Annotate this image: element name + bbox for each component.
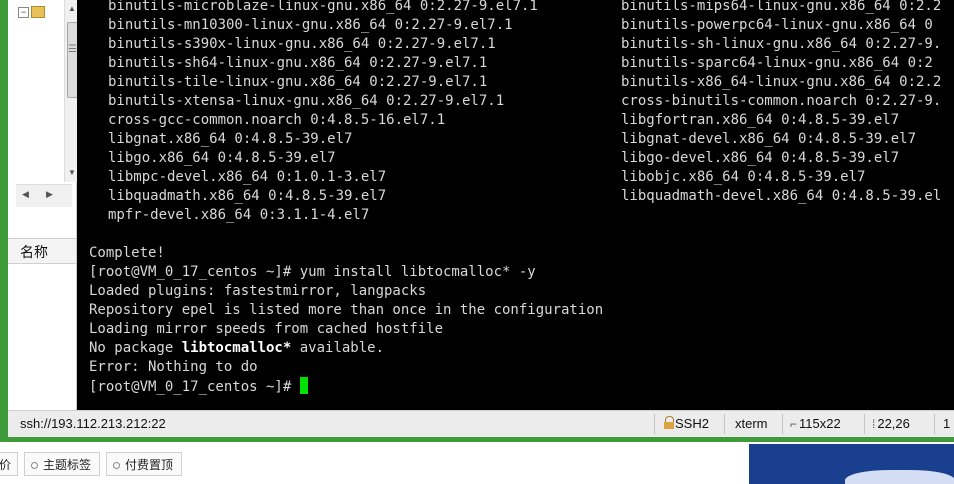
terminal-size-value: 115x22 xyxy=(799,416,841,431)
complete-line: Complete! xyxy=(89,245,165,261)
protocol-label: SSH2 xyxy=(675,416,709,431)
tag-dot-icon xyxy=(31,462,38,470)
no-package-suffix: available. xyxy=(291,340,385,356)
no-package-prefix: No package xyxy=(89,340,182,356)
package-line: binutils-mips64-linux-gnu.x86_64 0:2.2 xyxy=(621,0,942,14)
package-line: cross-gcc-common.noarch 0:4.8.5-16.el7.1 xyxy=(108,112,446,128)
package-line: binutils-sh64-linux-gnu.x86_64 0:2.27-9.… xyxy=(108,55,488,71)
package-line: binutils-tile-linux-gnu.x86_64 0:2.27-9.… xyxy=(108,74,488,90)
package-line: binutils-mn10300-linux-gnu.x86_64 0:2.27… xyxy=(108,17,513,33)
scroll-right-icon[interactable]: ▶ xyxy=(46,189,53,200)
package-line: binutils-powerpc64-linux-gnu.x86_64 0 xyxy=(621,17,933,33)
package-line: libquadmath-devel.x86_64 0:4.8.5-39.el xyxy=(621,188,942,204)
package-line: libgo-devel.x86_64 0:4.8.5-39.el7 xyxy=(621,150,900,166)
tag-paid-pin[interactable]: 付费置顶 xyxy=(106,452,182,476)
package-line: binutils-sh-linux-gnu.x86_64 0:2.27-9. xyxy=(621,36,942,52)
package-line: binutils-xtensa-linux-gnu.x86_64 0:2.27-… xyxy=(108,93,505,109)
status-divider xyxy=(934,414,935,434)
package-line: libobjc.x86_64 0:4.8.5-39.el7 xyxy=(621,169,866,185)
status-divider xyxy=(724,414,725,434)
repository-warning-line: Repository epel is listed more than once… xyxy=(89,302,604,318)
collapse-icon[interactable]: − xyxy=(18,6,29,18)
package-line: libgo.x86_64 0:4.8.5-39.el7 xyxy=(108,150,336,166)
tag-topic[interactable]: 主题标签 xyxy=(24,452,100,476)
scroll-down-icon[interactable]: ▼ xyxy=(68,168,76,177)
window-inner: − ▲ ☰ ▼ ◀ ▶ 名称 binutils-microblaze-linux… xyxy=(8,0,954,437)
cursor-position-value: 22,26 xyxy=(877,416,910,431)
connection-address: ssh://193.112.213.212:22 xyxy=(20,416,166,431)
package-line: libquadmath.x86_64 0:4.8.5-39.el7 xyxy=(108,188,387,204)
status-bar: ssh://193.112.213.212:22 SSH2 xterm ⌐ 115… xyxy=(8,410,954,437)
package-line: libmpc-devel.x86_64 0:1.0.1-3.el7 xyxy=(108,169,387,185)
package-line: libgnat-devel.x86_64 0:4.8.5-39.el7 xyxy=(621,131,917,147)
tree-node-root[interactable]: − xyxy=(18,6,48,22)
protocol-indicator: SSH2 xyxy=(664,411,709,437)
lock-icon xyxy=(664,416,674,429)
resize-icon: ⌐ xyxy=(790,417,798,431)
tag-dot-icon xyxy=(113,462,120,470)
name-column-header[interactable]: 名称 xyxy=(8,238,76,264)
terminal-type: xterm xyxy=(735,416,768,431)
loaded-plugins-line: Loaded plugins: fastestmirror, langpacks xyxy=(89,283,427,299)
status-divider xyxy=(782,414,783,434)
no-package-line: No package libtocmalloc* available. xyxy=(89,339,384,358)
scroll-left-icon[interactable]: ◀ xyxy=(22,189,29,200)
prompt-line[interactable]: [root@VM_0_17_centos ~]# xyxy=(89,377,308,397)
package-line: mpfr-devel.x86_64 0:3.1.1-4.el7 xyxy=(108,207,370,223)
status-divider xyxy=(654,414,655,434)
package-line: binutils-sparc64-linux-gnu.x86_64 0:2 xyxy=(621,55,933,71)
banner-glow xyxy=(845,470,954,484)
scroll-up-icon[interactable]: ▲ xyxy=(68,4,76,13)
terminal-size: ⌐ 115x22 xyxy=(790,411,841,437)
package-line: cross-binutils-common.noarch 0:2.27-9. xyxy=(621,93,942,109)
session-panel: − ▲ ☰ ▼ ◀ ▶ 名称 xyxy=(8,0,81,410)
session-tree[interactable]: − ▲ ☰ ▼ xyxy=(16,0,81,182)
tag-label: 付费置顶 xyxy=(125,458,174,472)
tag-label: 主题标签 xyxy=(43,458,92,472)
cursor-position-icon: ⁞ xyxy=(872,417,876,431)
package-name: libtocmalloc* xyxy=(181,340,292,356)
package-line: binutils-s390x-linux-gnu.x86_64 0:2.27-9… xyxy=(108,36,496,52)
mirror-speeds-line: Loading mirror speeds from cached hostfi… xyxy=(89,321,444,337)
xshell-window: − ▲ ☰ ▼ ◀ ▶ 名称 binutils-microblaze-linux… xyxy=(0,0,954,442)
tree-horizontal-scrollbar[interactable]: ◀ ▶ xyxy=(16,184,72,207)
terminal-cursor xyxy=(299,377,308,394)
status-extra: 1 xyxy=(943,416,951,431)
status-divider xyxy=(864,414,865,434)
grip-icon: ☰ xyxy=(68,44,77,55)
package-line: libgnat.x86_64 0:4.8.5-39.el7 xyxy=(108,131,353,147)
shell-prompt: [root@VM_0_17_centos ~]# xyxy=(89,379,300,395)
cursor-position: ⁞ 22,26 xyxy=(872,411,910,437)
package-line: libgfortran.x86_64 0:4.8.5-39.el7 xyxy=(621,112,900,128)
terminal[interactable]: binutils-microblaze-linux-gnu.x86_64 0:2… xyxy=(77,0,954,410)
tag-label: 价 xyxy=(0,458,12,472)
package-line: binutils-x86_64-linux-gnu.x86_64 0:2.2 xyxy=(621,74,942,90)
package-line: binutils-microblaze-linux-gnu.x86_64 0:2… xyxy=(108,0,538,14)
folder-icon xyxy=(31,6,45,19)
error-line: Error: Nothing to do xyxy=(89,359,258,375)
command-line: [root@VM_0_17_centos ~]# yum install lib… xyxy=(89,264,536,280)
panel-spacer xyxy=(16,207,72,237)
background-banner-image xyxy=(749,444,954,484)
tag-truncated[interactable]: 价 xyxy=(0,452,18,476)
